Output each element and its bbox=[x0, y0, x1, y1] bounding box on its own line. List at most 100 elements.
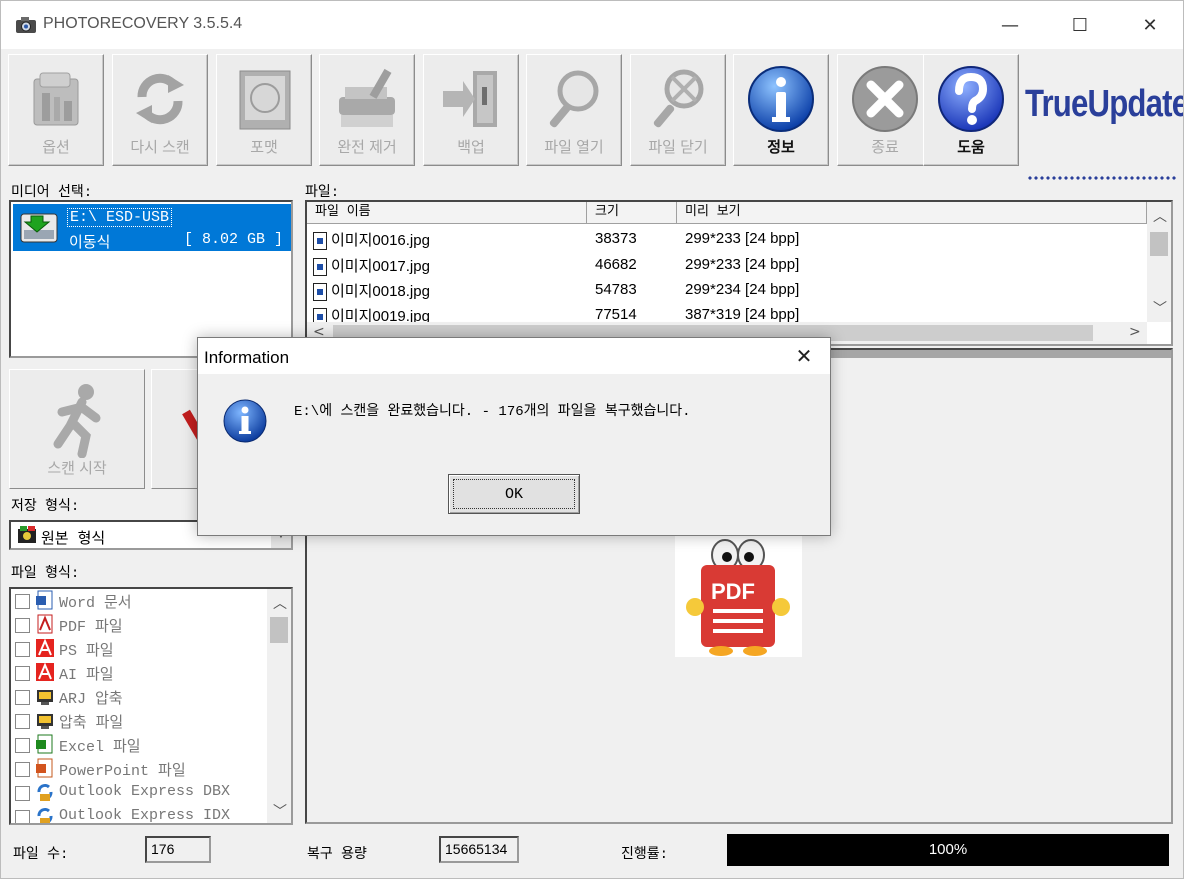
dialog-title: Information bbox=[204, 348, 290, 367]
backup-button[interactable]: 백업 bbox=[423, 54, 519, 166]
file-type-item[interactable]: ARJ 압축 bbox=[13, 685, 269, 709]
file-row[interactable]: 이미지0016.jpg 38373 299*233 [24 bpp] bbox=[307, 226, 1147, 251]
start-scan-label: 스캔 시작 bbox=[47, 460, 107, 477]
drives-label: 미디어 선택: bbox=[11, 185, 93, 201]
file-type-item[interactable]: Outlook Express IDX bbox=[13, 805, 269, 823]
window-title: PHOTORECOVERY 3.5.5.4 bbox=[43, 15, 243, 32]
file-type-checkbox[interactable] bbox=[15, 642, 30, 657]
info-icon bbox=[748, 66, 814, 132]
wipe-button[interactable]: 완전 제거 bbox=[319, 54, 415, 166]
file-type-checkbox[interactable] bbox=[15, 666, 30, 681]
file-info: 299*233 [24 bpp] bbox=[685, 230, 800, 247]
minimize-button[interactable]: — bbox=[975, 1, 1045, 49]
column-header-preview[interactable]: 미리 보기 bbox=[677, 202, 1147, 224]
recovered-bytes-value: 15665134 bbox=[439, 836, 519, 863]
recovered-bytes-label: 복구 용량 bbox=[307, 847, 367, 863]
file-type-item[interactable]: PowerPoint 파일 bbox=[13, 757, 269, 781]
file-list[interactable]: 파일 이름 크기 미리 보기 이미지0016.jpg 38373 299*233… bbox=[305, 200, 1173, 346]
dialog-message: E:\에 스캔을 완료했습니다. - 176개의 파일을 복구했습니다. bbox=[294, 404, 691, 420]
save-format-value: 원본 형식 bbox=[41, 531, 106, 548]
file-type-checkbox[interactable] bbox=[15, 786, 30, 801]
rescan-button[interactable]: 다시 스캔 bbox=[112, 54, 208, 166]
file-type-item[interactable]: 압축 파일 bbox=[13, 709, 269, 733]
usb-drive-icon bbox=[20, 213, 58, 243]
logo-underline bbox=[1027, 175, 1177, 181]
file-type-label: AI 파일 bbox=[59, 667, 114, 684]
options-button[interactable]: 옵션 bbox=[8, 54, 104, 166]
file-name: 이미지0016.jpg bbox=[331, 232, 430, 249]
jpg-file-icon bbox=[313, 283, 327, 302]
file-type-item[interactable]: PDF 파일 bbox=[13, 613, 269, 637]
scroll-thumb[interactable] bbox=[270, 617, 288, 643]
file-type-item[interactable]: AI 파일 bbox=[13, 661, 269, 685]
excel-icon bbox=[36, 734, 53, 754]
file-type-item[interactable]: PS 파일 bbox=[13, 637, 269, 661]
close-file-label: 파일 닫기 bbox=[648, 139, 708, 156]
scroll-up-icon[interactable]: ︿ bbox=[273, 593, 287, 613]
file-type-checklist[interactable]: Word 문서 PDF 파일 PS 파일 AI 파일 ARJ 압축 압축 파일 bbox=[9, 587, 293, 825]
maximize-button[interactable]: ☐ bbox=[1045, 1, 1115, 49]
close-button[interactable]: ✕ bbox=[1115, 1, 1183, 49]
file-type-label: Excel 파일 bbox=[59, 739, 141, 756]
file-type-checkbox[interactable] bbox=[15, 618, 30, 633]
dialog-close-button[interactable]: ✕ bbox=[784, 340, 824, 372]
file-type-checkbox[interactable] bbox=[15, 690, 30, 705]
file-types-label: 파일 형식: bbox=[11, 566, 80, 582]
format-button[interactable]: 포맷 bbox=[216, 54, 312, 166]
help-icon bbox=[938, 66, 1004, 132]
progress-label: 진행률: bbox=[621, 847, 669, 863]
file-type-label: Word 문서 bbox=[59, 595, 132, 612]
trueupdate-logo[interactable]: TrueUpdate bbox=[1025, 83, 1183, 126]
drive-name: E:\ ESD-USB bbox=[67, 208, 173, 227]
scroll-right-icon[interactable]: > bbox=[1129, 324, 1141, 340]
scroll-thumb[interactable] bbox=[1150, 232, 1168, 256]
help-label: 도움 bbox=[957, 139, 985, 156]
info-label: 정보 bbox=[767, 139, 795, 156]
dialog-title-bar[interactable]: Information ✕ bbox=[198, 338, 830, 374]
information-dialog: Information ✕ E:\에 스캔을 완료했습니다. - 176개의 파… bbox=[197, 337, 831, 536]
file-list-vertical-scrollbar[interactable]: ︿ ﹀ bbox=[1147, 202, 1171, 322]
open-file-button[interactable]: 파일 열기 bbox=[526, 54, 622, 166]
column-header-size[interactable]: 크기 bbox=[587, 202, 677, 224]
file-type-label: ARJ 압축 bbox=[59, 691, 123, 708]
file-name: 이미지0017.jpg bbox=[331, 258, 430, 275]
file-type-item[interactable]: Excel 파일 bbox=[13, 733, 269, 757]
info-button[interactable]: 정보 bbox=[733, 54, 829, 166]
drive-type: 이동식 bbox=[69, 235, 111, 252]
file-type-checkbox[interactable] bbox=[15, 810, 30, 823]
photorecovery-window: PHOTORECOVERY 3.5.5.4 — ☐ ✕ 옵션 다시 스캔 포맷 … bbox=[0, 0, 1184, 879]
ok-label: OK bbox=[453, 479, 575, 509]
camera-colors-icon bbox=[18, 526, 36, 543]
close-file-button[interactable]: 파일 닫기 bbox=[630, 54, 726, 166]
ok-button[interactable]: OK bbox=[448, 474, 580, 514]
drive-item-e[interactable]: E:\ ESD-USB 이동식 [ 8.02 GB ] bbox=[13, 204, 291, 252]
file-row[interactable]: 이미지0018.jpg 54783 299*234 [24 bpp] bbox=[307, 277, 1147, 302]
file-type-checkbox[interactable] bbox=[15, 594, 30, 609]
open-file-label: 파일 열기 bbox=[544, 139, 604, 156]
exit-button[interactable]: 종료 bbox=[837, 54, 933, 166]
drive-list[interactable]: E:\ ESD-USB 이동식 [ 8.02 GB ] bbox=[9, 200, 293, 358]
file-types-scrollbar[interactable]: ︿ ﹀ bbox=[267, 589, 291, 823]
file-type-checkbox[interactable] bbox=[15, 714, 30, 729]
file-info: 387*319 [24 bpp] bbox=[685, 306, 800, 323]
jpg-file-icon bbox=[313, 258, 327, 277]
file-type-item[interactable]: Word 문서 bbox=[13, 589, 269, 613]
scroll-down-icon[interactable]: ﹀ bbox=[1153, 298, 1167, 318]
scroll-up-icon[interactable]: ︿ bbox=[1153, 206, 1167, 226]
start-scan-button[interactable]: 스캔 시작 bbox=[9, 369, 145, 489]
progress-text: 100% bbox=[928, 841, 968, 858]
pdf-thumbnail: PDF bbox=[675, 529, 802, 657]
file-type-checkbox[interactable] bbox=[15, 738, 30, 753]
file-type-item[interactable]: Outlook Express DBX bbox=[13, 781, 269, 805]
file-row[interactable]: 이미지0017.jpg 46682 299*233 [24 bpp] bbox=[307, 252, 1147, 277]
scroll-down-icon[interactable]: ﹀ bbox=[273, 801, 287, 821]
column-header-name[interactable]: 파일 이름 bbox=[307, 202, 587, 224]
help-button[interactable]: 도움 bbox=[923, 54, 1019, 166]
file-type-label: PowerPoint 파일 bbox=[59, 763, 186, 780]
files-label: 파일: bbox=[305, 185, 340, 201]
archive-icon bbox=[37, 714, 53, 729]
file-size: 54783 bbox=[595, 281, 637, 298]
file-type-checkbox[interactable] bbox=[15, 762, 30, 777]
backup-icon bbox=[443, 71, 497, 127]
file-count-label: 파일 수: bbox=[13, 847, 69, 863]
